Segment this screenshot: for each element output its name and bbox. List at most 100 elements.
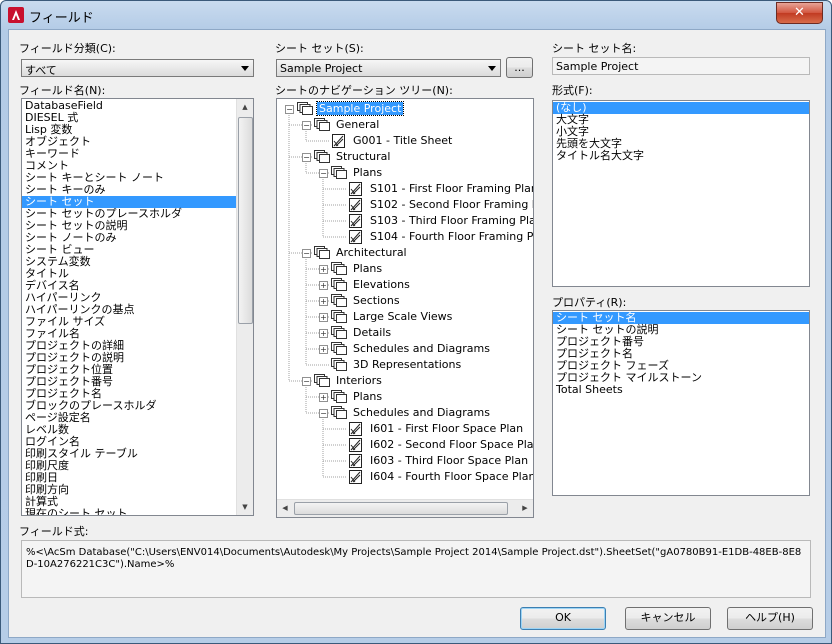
tree-node-label: Schedules and Diagrams <box>353 342 490 355</box>
tree-node-label: I601 - First Floor Space Plan <box>370 422 524 435</box>
format-list[interactable]: (なし) 大文字 小文字 先頭を大文字 タイトル名大文字 <box>552 100 810 287</box>
format-item[interactable]: (なし) <box>553 102 809 114</box>
field-names-scrollbar[interactable]: ▲ ▼ <box>236 99 253 515</box>
tree-hscrollbar[interactable]: ◀ ▶ <box>277 499 533 517</box>
tree-node[interactable]: − Sample Project <box>277 101 533 117</box>
field-names-list[interactable]: DatabaseField DIESEL 式 Lisp 変数 オブジェクト キーワードコ… <box>21 98 254 516</box>
tree-node[interactable]: I602 - Second Floor Space Plan <box>277 437 533 453</box>
tree-node[interactable]: 3D Representations <box>277 357 533 373</box>
autocad-logo-icon <box>8 7 24 23</box>
tree-node-label: I604 - Fourth Floor Space Plan <box>370 470 534 483</box>
tree-node-label: 3D Representations <box>353 358 462 371</box>
tree-node-label: Sections <box>353 294 400 307</box>
collapse-icon[interactable]: − <box>319 169 328 178</box>
title-bar[interactable]: フィールド ✕ <box>1 1 831 29</box>
tree-node[interactable]: I601 - First Floor Space Plan <box>277 421 533 437</box>
field-expression-field[interactable]: %<\AcSm Database("C:\Users\ENV014\Docume… <box>21 540 811 598</box>
tree-node-label: Interiors <box>336 374 382 387</box>
expand-icon[interactable]: + <box>319 297 328 306</box>
tree-node[interactable]: − Schedules and Diagrams <box>277 405 533 421</box>
sheet-nav-tree[interactable]: − Sample Project − General G001 - Title Shee… <box>276 98 534 518</box>
tree-node[interactable]: − Structural <box>277 149 533 165</box>
scroll-down-icon[interactable]: ▼ <box>237 499 253 515</box>
collapse-icon[interactable]: − <box>302 249 311 258</box>
tree-node[interactable]: S103 - Third Floor Framing Plan <box>277 213 533 229</box>
tree-node[interactable]: + Plans <box>277 261 533 277</box>
tree-node[interactable]: − Interiors <box>277 373 533 389</box>
tree-rows: − Sample Project − General G001 - Title Shee… <box>277 99 533 499</box>
dialog-title: フィールド <box>29 11 94 26</box>
format-item[interactable]: 大文字 <box>553 114 809 126</box>
dialog-body: フィールド分類(C): すべて フィールド名(N): DatabaseField… <box>8 29 826 638</box>
scroll-up-icon[interactable]: ▲ <box>237 99 253 115</box>
ok-button[interactable]: OK <box>520 607 606 630</box>
tree-node-label: Plans <box>353 390 383 403</box>
expand-icon[interactable]: + <box>319 265 328 274</box>
sheet-set-name-field: Sample Project <box>552 57 810 75</box>
tree-node-label: I602 - Second Floor Space Plan <box>370 438 534 451</box>
collapse-icon[interactable]: − <box>302 377 311 386</box>
tree-node-label: S102 - Second Floor Framing Plan <box>370 198 533 211</box>
tree-node-label: S101 - First Floor Framing Plan <box>370 182 534 195</box>
tree-node-label: Sample Project <box>315 101 405 116</box>
field-category-value: すべて <box>25 64 57 77</box>
expand-icon[interactable]: + <box>319 345 328 354</box>
expand-icon[interactable]: + <box>319 329 328 338</box>
tree-node[interactable]: + Large Scale Views <box>277 309 533 325</box>
tree-node[interactable]: S102 - Second Floor Framing Plan <box>277 197 533 213</box>
tree-node-label: S103 - Third Floor Framing Plan <box>370 214 534 227</box>
hscroll-thumb[interactable] <box>294 502 508 515</box>
collapse-icon[interactable]: − <box>285 105 294 114</box>
tree-node[interactable]: + Elevations <box>277 277 533 293</box>
sheet-set-combo[interactable]: Sample Project <box>276 59 501 77</box>
tree-node[interactable]: S101 - First Floor Framing Plan <box>277 181 533 197</box>
tree-node[interactable]: + Sections <box>277 293 533 309</box>
close-button[interactable]: ✕ <box>776 2 823 24</box>
tree-node-label: Plans <box>353 262 383 275</box>
expand-icon[interactable]: + <box>319 281 328 290</box>
tree-node[interactable]: I604 - Fourth Floor Space Plan <box>277 469 533 485</box>
tree-node[interactable]: S104 - Fourth Floor Framing Plan <box>277 229 533 245</box>
collapse-icon[interactable]: − <box>302 121 311 130</box>
sheet-set-label: シート セット(S): <box>275 42 364 55</box>
help-button[interactable]: ヘルプ(H) <box>727 607 813 630</box>
sheet-set-name-value: Sample Project <box>556 60 639 73</box>
field-name-item[interactable]: 現在のシート セット <box>22 508 237 516</box>
scroll-right-icon[interactable]: ▶ <box>517 500 533 517</box>
tree-node[interactable]: − Architectural <box>277 245 533 261</box>
nav-tree-label: シートのナビゲーション ツリー(N): <box>275 84 453 97</box>
tree-node-label: General <box>336 118 380 131</box>
tree-node[interactable]: + Details <box>277 325 533 341</box>
chevron-down-icon <box>241 66 249 71</box>
collapse-icon[interactable]: − <box>319 409 328 418</box>
tree-node-label: Plans <box>353 166 383 179</box>
scroll-thumb[interactable] <box>238 117 253 324</box>
tree-node[interactable]: − General <box>277 117 533 133</box>
tree-node-label: Large Scale Views <box>353 310 453 323</box>
tree-node[interactable]: + Schedules and Diagrams <box>277 341 533 357</box>
tree-node-label: Elevations <box>353 278 410 291</box>
expand-icon[interactable]: + <box>319 313 328 322</box>
tree-node[interactable]: G001 - Title Sheet <box>277 133 533 149</box>
tree-node[interactable]: + Plans <box>277 389 533 405</box>
property-item[interactable]: Total Sheets <box>553 384 809 396</box>
field-dialog: フィールド ✕ フィールド分類(C): すべて フィールド名(N): Datab… <box>0 0 832 644</box>
tree-node-label: Schedules and Diagrams <box>353 406 490 419</box>
tree-node-label: Details <box>353 326 392 339</box>
sheet-set-value: Sample Project <box>280 62 363 75</box>
field-category-combo[interactable]: すべて <box>21 59 254 77</box>
browse-button[interactable]: ... <box>506 57 533 78</box>
properties-list[interactable]: シート セット名 シート セットの説明 プロジェクト番号 プロジェクト名 プロジェクト … <box>552 310 810 496</box>
tree-node[interactable]: I603 - Third Floor Space Plan <box>277 453 533 469</box>
tree-node-label: Architectural <box>336 246 407 259</box>
format-items: (なし) 大文字 小文字 先頭を大文字 タイトル名大文字 <box>553 102 809 162</box>
properties-label: プロパティ(R): <box>552 296 627 309</box>
field-expression-label: フィールド式: <box>19 525 89 538</box>
collapse-icon[interactable]: − <box>302 153 311 162</box>
field-names-label: フィールド名(N): <box>19 84 106 97</box>
tree-node[interactable]: − Plans <box>277 165 533 181</box>
scroll-left-icon[interactable]: ◀ <box>277 500 293 517</box>
cancel-button[interactable]: キャンセル <box>625 607 711 630</box>
format-item[interactable]: タイトル名大文字 <box>553 150 809 162</box>
expand-icon[interactable]: + <box>319 393 328 402</box>
